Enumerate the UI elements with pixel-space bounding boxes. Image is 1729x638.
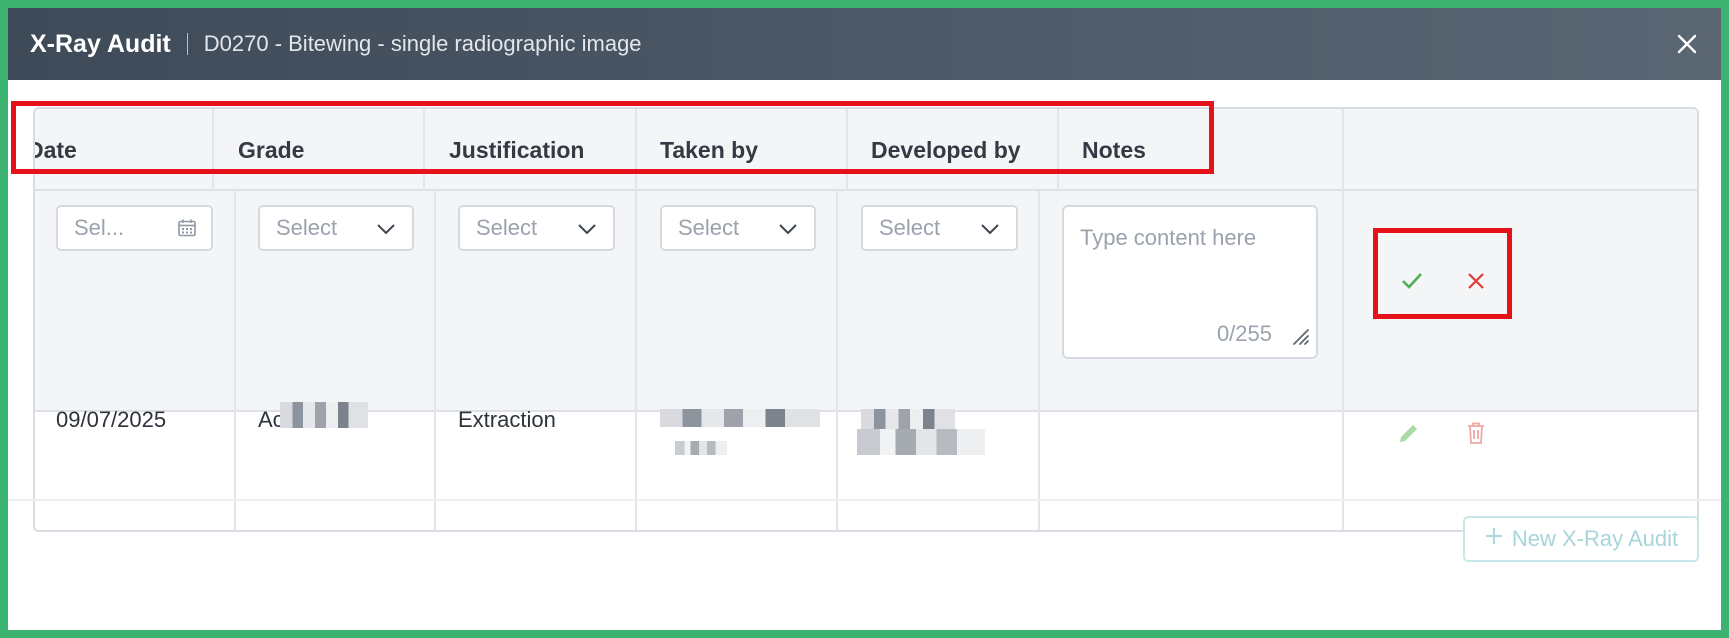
column-header-developed-by: Developed by	[871, 136, 1021, 163]
character-counter: 0/255	[1216, 321, 1272, 346]
title-separator	[186, 33, 188, 55]
calendar-icon	[177, 218, 197, 244]
modal-subtitle: D0270 - Bitewing - single radiographic i…	[203, 31, 642, 56]
redacted-developed-by	[861, 409, 955, 429]
table-header-row: Date Grade Justification Taken by Develo…	[35, 109, 1697, 191]
header-divider	[212, 109, 214, 191]
chevron-down-icon	[577, 219, 597, 245]
redacted-grade	[280, 402, 368, 428]
header-divider	[423, 109, 425, 191]
pencil-icon	[1400, 425, 1417, 442]
column-header-date: Date	[35, 136, 77, 163]
chevron-down-icon	[980, 219, 1000, 245]
close-icon[interactable]	[1675, 32, 1699, 56]
modal-header: X-Ray Audit D0270 - Bitewing - single ra…	[8, 8, 1721, 80]
taken-by-select[interactable]: Select	[660, 205, 816, 251]
date-picker-input[interactable]: Sel...	[56, 205, 213, 251]
justification-select[interactable]: Select	[458, 205, 615, 251]
trash-icon	[1468, 422, 1484, 444]
redacted-taken-by	[660, 409, 820, 427]
xray-audit-modal: X-Ray Audit D0270 - Bitewing - single ra…	[8, 8, 1721, 630]
delete-row-button[interactable]	[1463, 420, 1491, 448]
cancel-entry-button[interactable]	[1462, 267, 1490, 295]
column-header-grade: Grade	[238, 136, 305, 163]
footer-divider	[8, 499, 1721, 501]
redacted-taken-by	[675, 441, 727, 455]
notes-textarea[interactable]: Type content here 0/255	[1062, 205, 1318, 359]
row-date: 09/07/2025	[56, 407, 167, 432]
save-entry-button[interactable]	[1398, 267, 1426, 295]
new-xray-audit-button[interactable]: New X-Ray Audit	[1463, 516, 1699, 562]
grade-select[interactable]: Select	[258, 205, 414, 251]
header-divider	[635, 109, 637, 191]
modal-title: X-Ray Audit	[30, 29, 171, 58]
redacted-developed-by	[857, 429, 985, 455]
header-divider	[1057, 109, 1059, 191]
chevron-down-icon	[376, 219, 396, 245]
close-icon	[1468, 273, 1484, 289]
row-justification: Extraction	[458, 407, 556, 432]
chevron-down-icon	[778, 219, 798, 245]
checkmark-icon	[1402, 273, 1422, 289]
column-header-notes: Notes	[1082, 136, 1146, 163]
edit-row-button[interactable]	[1396, 420, 1424, 448]
column-header-justification: Justification	[449, 136, 585, 163]
resize-handle-icon[interactable]	[1288, 324, 1310, 351]
header-divider	[846, 109, 848, 191]
plus-icon	[1484, 526, 1504, 552]
xray-audit-table: Date Grade Justification Taken by Develo…	[33, 107, 1699, 532]
column-header-taken-by: Taken by	[660, 136, 758, 163]
developed-by-select[interactable]: Select	[861, 205, 1018, 251]
